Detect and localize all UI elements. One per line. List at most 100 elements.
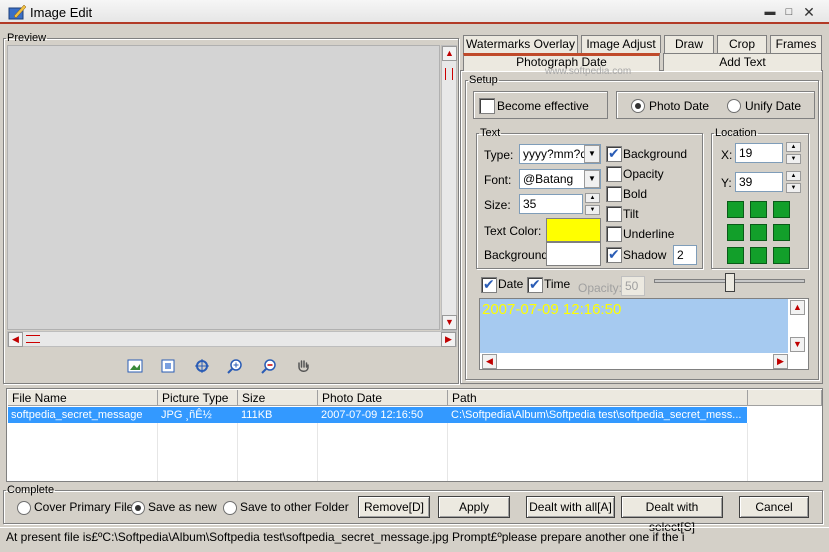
opacity-label: Opacity: bbox=[578, 281, 623, 295]
type-dropdown-icon[interactable]: ▼ bbox=[584, 145, 600, 163]
scroll-down-icon[interactable]: ▼ bbox=[442, 315, 457, 330]
date-checkbox[interactable] bbox=[481, 276, 497, 293]
tilt-checkbox[interactable] bbox=[606, 206, 622, 222]
header-picture-type[interactable]: Picture Type bbox=[158, 390, 238, 406]
hscroll-thumb[interactable] bbox=[26, 335, 40, 343]
header-path[interactable]: Path bbox=[448, 390, 748, 406]
preview-scroll-down-icon[interactable]: ▼ bbox=[790, 337, 805, 352]
cell-path: C:\Softpedia\Album\Softpedia test\softpe… bbox=[451, 409, 742, 421]
save-to-other-label: Save to other Folder bbox=[240, 500, 349, 514]
apply-button[interactable]: Apply bbox=[438, 496, 510, 518]
scroll-right-icon[interactable]: ▶ bbox=[441, 332, 456, 347]
zoom-in-icon[interactable] bbox=[227, 358, 243, 374]
position-bottom-left[interactable] bbox=[727, 247, 744, 264]
opacity-input[interactable]: 50 bbox=[621, 276, 645, 296]
column-divider bbox=[237, 423, 238, 481]
opacity-slider-thumb[interactable] bbox=[725, 273, 735, 292]
scroll-up-icon[interactable]: ▲ bbox=[442, 46, 457, 61]
time-check-label: Time bbox=[544, 277, 571, 291]
preview-vscrollbar[interactable]: ▲ ▼ bbox=[441, 45, 457, 331]
app-icon bbox=[8, 4, 26, 20]
column-divider bbox=[317, 423, 318, 481]
position-top-center[interactable] bbox=[750, 201, 767, 218]
image-icon[interactable] bbox=[127, 358, 143, 374]
cell-picture-type: JPG ¸ñÊ½ bbox=[161, 409, 212, 421]
close-icon[interactable]: ✕ bbox=[801, 4, 817, 20]
position-top-left[interactable] bbox=[727, 201, 744, 218]
x-up-icon[interactable]: ▲ bbox=[786, 142, 801, 152]
header-file-name[interactable]: File Name bbox=[8, 390, 158, 406]
header-size[interactable]: Size bbox=[238, 390, 318, 406]
position-bottom-center[interactable] bbox=[750, 247, 767, 264]
position-bottom-right[interactable] bbox=[773, 247, 790, 264]
position-middle-right[interactable] bbox=[773, 224, 790, 241]
header-photo-date[interactable]: Photo Date bbox=[318, 390, 448, 406]
title-bar[interactable]: Image Edit ▬ □ ✕ bbox=[0, 0, 829, 24]
background-checkbox[interactable] bbox=[606, 145, 622, 162]
opacity-checkbox[interactable] bbox=[606, 166, 622, 182]
size-label: Size: bbox=[484, 198, 511, 212]
position-middle-left[interactable] bbox=[727, 224, 744, 241]
bold-checkbox[interactable] bbox=[606, 186, 622, 202]
position-center[interactable] bbox=[750, 224, 767, 241]
minimize-icon[interactable]: ▬ bbox=[762, 4, 778, 20]
time-checkbox[interactable] bbox=[527, 276, 543, 293]
fit-window-icon[interactable] bbox=[160, 358, 176, 374]
tab-image-adjust[interactable]: Image Adjust bbox=[581, 35, 661, 53]
unify-date-label: Unify Date bbox=[745, 99, 802, 113]
hand-pan-icon[interactable] bbox=[295, 358, 311, 374]
date-preview-text: 2007-07-09 12:16:50 bbox=[482, 301, 622, 318]
y-up-icon[interactable]: ▲ bbox=[786, 171, 801, 181]
size-up-icon[interactable]: ▲ bbox=[585, 193, 600, 203]
setup-legend: Setup bbox=[469, 74, 498, 86]
tab-frames[interactable]: Frames bbox=[770, 35, 822, 53]
remove-button[interactable]: Remove[D] bbox=[358, 496, 430, 518]
complete-legend: Complete bbox=[7, 484, 55, 496]
header-filler bbox=[748, 390, 822, 406]
text-legend: Text bbox=[480, 127, 501, 139]
maximize-icon[interactable]: □ bbox=[781, 4, 797, 20]
actual-size-icon[interactable] bbox=[194, 358, 210, 374]
x-input[interactable]: 19 bbox=[735, 143, 783, 163]
dealt-with-all-button[interactable]: Dealt with all[A] bbox=[526, 496, 615, 518]
dealt-with-select-button[interactable]: Dealt with select[S] bbox=[621, 496, 723, 534]
size-input[interactable]: 35 bbox=[519, 194, 583, 214]
cover-primary-label: Cover Primary File bbox=[34, 500, 134, 514]
tab-draw[interactable]: Draw bbox=[664, 35, 714, 53]
tab-crop[interactable]: Crop bbox=[717, 35, 767, 53]
save-to-other-radio[interactable] bbox=[223, 501, 237, 515]
preview-scroll-up-icon[interactable]: ▲ bbox=[790, 300, 805, 315]
file-table[interactable]: File Name Picture Type Size Photo Date P… bbox=[6, 388, 823, 482]
x-down-icon[interactable]: ▼ bbox=[786, 154, 801, 164]
preview-canvas[interactable] bbox=[7, 45, 440, 330]
save-as-new-radio[interactable] bbox=[131, 501, 145, 515]
background-color-label: Background: bbox=[484, 248, 552, 262]
y-input[interactable]: 39 bbox=[735, 172, 783, 192]
zoom-out-icon[interactable] bbox=[261, 358, 277, 374]
shadow-checkbox[interactable] bbox=[606, 246, 622, 263]
cancel-button[interactable]: Cancel bbox=[739, 496, 809, 518]
unify-date-radio[interactable] bbox=[727, 99, 741, 113]
x-label: X: bbox=[721, 148, 733, 162]
y-down-icon[interactable]: ▼ bbox=[786, 183, 801, 193]
photo-date-radio[interactable] bbox=[631, 99, 645, 113]
preview-scroll-right-icon[interactable]: ▶ bbox=[773, 354, 788, 369]
font-dropdown-icon[interactable]: ▼ bbox=[584, 170, 600, 188]
preview-scroll-left-icon[interactable]: ◀ bbox=[482, 354, 497, 369]
scroll-thumb[interactable] bbox=[445, 68, 453, 80]
become-effective-checkbox[interactable] bbox=[479, 98, 495, 114]
preview-hscrollbar[interactable]: ◀ ▶ bbox=[7, 331, 457, 347]
shadow-input[interactable]: 2 bbox=[673, 245, 697, 265]
text-color-swatch[interactable] bbox=[546, 218, 601, 242]
bold-check-label: Bold bbox=[623, 187, 648, 201]
position-top-right[interactable] bbox=[773, 201, 790, 218]
tab-watermarks-overlay[interactable]: Watermarks Overlay bbox=[463, 35, 578, 53]
cover-primary-radio[interactable] bbox=[17, 501, 31, 515]
shadow-check-label: Shadow bbox=[623, 248, 667, 262]
background-color-swatch[interactable] bbox=[546, 242, 601, 266]
underline-checkbox[interactable] bbox=[606, 226, 622, 242]
size-down-icon[interactable]: ▼ bbox=[585, 205, 600, 215]
tab-add-text[interactable]: Add Text bbox=[663, 53, 822, 71]
scroll-left-icon[interactable]: ◀ bbox=[8, 332, 23, 347]
cell-photo-date: 2007-07-09 12:16:50 bbox=[321, 409, 424, 421]
